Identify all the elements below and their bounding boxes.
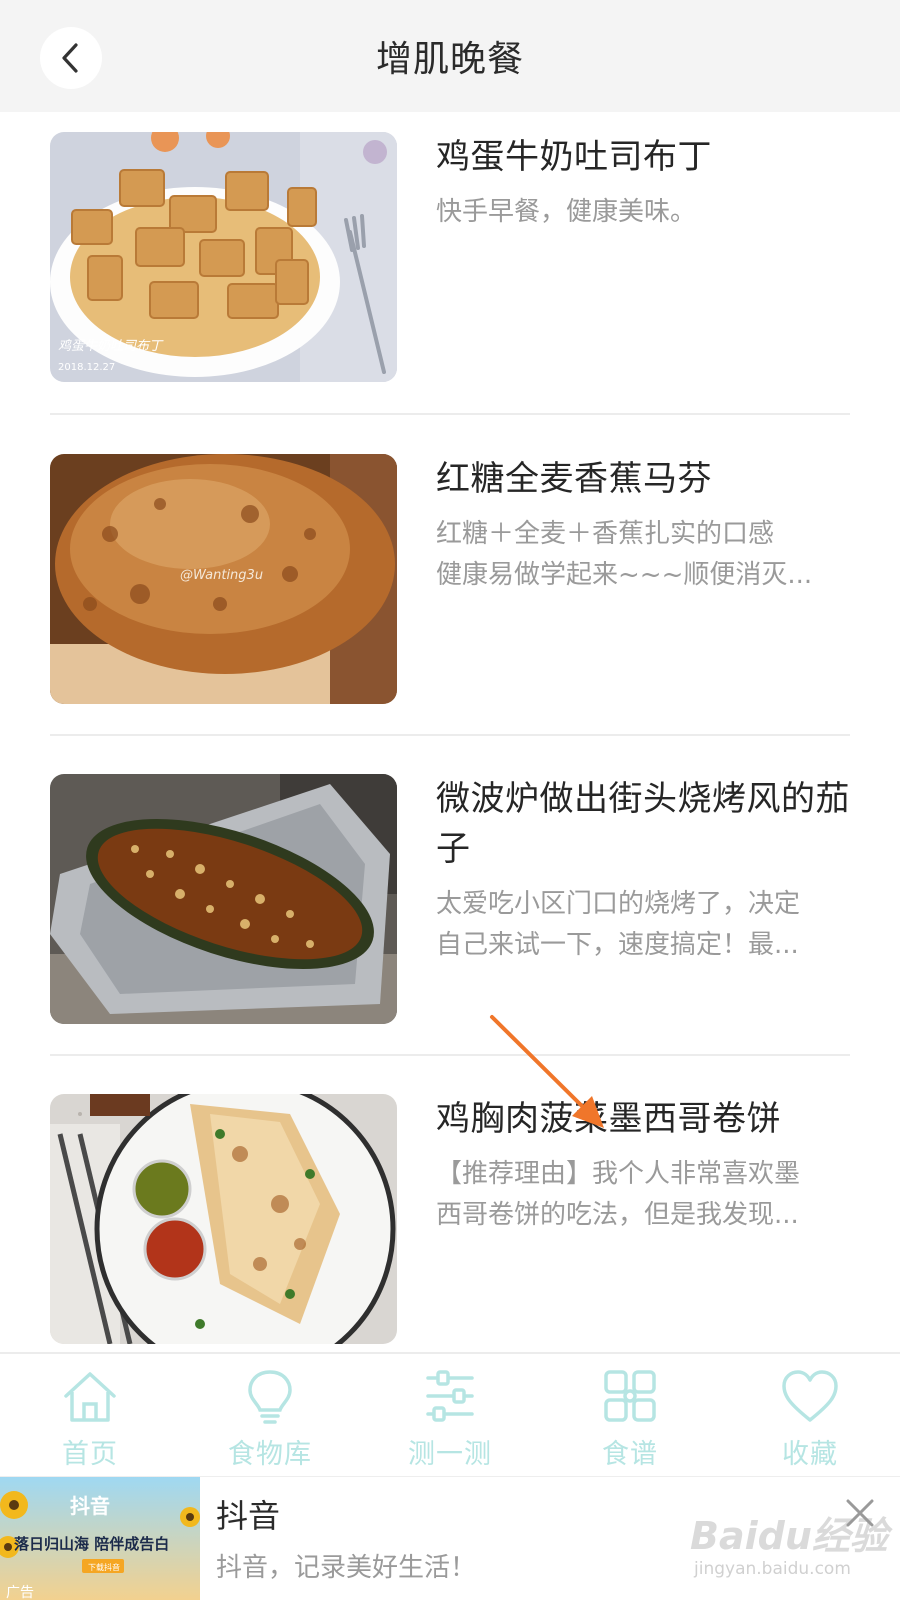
tab-favorites[interactable]: 收藏 xyxy=(720,1354,900,1476)
page-title: 增肌晚餐 xyxy=(375,39,524,80)
home-icon xyxy=(64,1372,116,1422)
grid-icon xyxy=(604,1370,656,1422)
sliders-icon xyxy=(426,1370,474,1422)
lightbulb-icon xyxy=(248,1370,292,1424)
ad-title: 抖音 xyxy=(216,1497,281,1535)
ad-image[interactable]: 抖音 落日归山海 陪伴成告白 下载抖音 广告 xyxy=(0,1477,200,1600)
tab-label: 测一测 xyxy=(408,1439,492,1470)
recipe-title: 微波炉做出街头烧烤风的茄子 xyxy=(436,779,850,869)
ad-image-button: 下载抖音 xyxy=(88,1562,120,1572)
ad-subtitle: 抖音，记录美好生活！ xyxy=(216,1553,477,1583)
divider xyxy=(50,1054,850,1056)
recipe-description-line: 快手早餐，健康美味。 xyxy=(436,197,697,227)
recipe-description-line: 太爱吃小区门口的烧烤了，决定 xyxy=(436,889,801,919)
ad-tag: 广告 xyxy=(6,1585,34,1600)
recipe-description-line: 自己来试一下，速度搞定！最... xyxy=(436,930,799,960)
tab-label: 食谱 xyxy=(602,1439,658,1470)
recipe-card[interactable]: 微波炉做出街头烧烤风的茄子 太爱吃小区门口的烧烤了，决定 自己来试一下，速度搞定… xyxy=(50,774,850,1024)
divider xyxy=(50,734,850,736)
tab-label: 食物库 xyxy=(228,1439,312,1470)
recipe-description-line: 红糖＋全麦＋香蕉扎实的口感 xyxy=(436,519,775,549)
watermark-url: jingyan.baidu.com xyxy=(694,1559,851,1579)
divider xyxy=(50,413,850,415)
ad-banner[interactable]: 抖音 落日归山海 陪伴成告白 下载抖音 广告 抖音 抖音，记录美好生活！ Bai… xyxy=(0,1476,900,1600)
image-watermark: @Wanting3u xyxy=(180,568,263,583)
recipe-title: 鸡蛋牛奶吐司布丁 xyxy=(436,137,712,177)
recipe-card[interactable]: 鸡胸肉菠菜墨西哥卷饼 【推荐理由】我个人非常喜欢墨 西哥卷饼的吃法，但是我发现.… xyxy=(50,1094,850,1344)
tab-test[interactable]: 测一测 xyxy=(360,1354,540,1476)
recipe-list[interactable]: 鸡蛋牛奶吐司布丁 2018.12.27 鸡蛋牛奶吐司布丁 快手早餐，健康美味。 xyxy=(0,112,900,1352)
heart-icon xyxy=(782,1370,838,1422)
recipe-title: 红糖全麦香蕉马芬 xyxy=(436,459,712,499)
close-icon[interactable] xyxy=(842,1495,878,1531)
tab-recipes[interactable]: 食谱 xyxy=(540,1354,720,1476)
recipe-title: 鸡胸肉菠菜墨西哥卷饼 xyxy=(436,1099,781,1139)
image-date: 2018.12.27 xyxy=(58,362,115,373)
top-bar: 增肌晚餐 xyxy=(0,0,900,112)
tab-home[interactable]: 首页 xyxy=(0,1354,180,1476)
recipe-description-line: 西哥卷饼的吃法，但是我发现... xyxy=(436,1200,799,1230)
recipe-description-line: 健康易做学起来~~~顺便消灭... xyxy=(436,560,813,590)
tab-food-library[interactable]: 食物库 xyxy=(180,1354,360,1476)
image-caption: 鸡蛋牛奶吐司布丁 xyxy=(58,339,164,354)
ad-image-brand: 抖音 xyxy=(70,1494,110,1518)
recipe-description-line: 【推荐理由】我个人非常喜欢墨 xyxy=(436,1159,801,1189)
recipe-image: 鸡蛋牛奶吐司布丁 2018.12.27 xyxy=(50,132,397,382)
recipe-card[interactable]: @Wanting3u 红糖全麦香蕉马芬 红糖＋全麦＋香蕉扎实的口感 健康易做学起… xyxy=(50,454,850,704)
recipe-image: @Wanting3u xyxy=(50,454,397,704)
tab-label: 首页 xyxy=(62,1439,118,1470)
recipe-image xyxy=(50,774,397,1024)
ad-image-slogan: 落日归山海 陪伴成告白 xyxy=(14,1535,169,1553)
tab-label: 收藏 xyxy=(782,1439,838,1470)
recipe-image xyxy=(50,1094,397,1344)
bottom-tab-bar: 首页 食物库 测一测 食谱 收藏 xyxy=(0,1352,900,1476)
recipe-card[interactable]: 鸡蛋牛奶吐司布丁 2018.12.27 鸡蛋牛奶吐司布丁 快手早餐，健康美味。 xyxy=(50,132,850,382)
